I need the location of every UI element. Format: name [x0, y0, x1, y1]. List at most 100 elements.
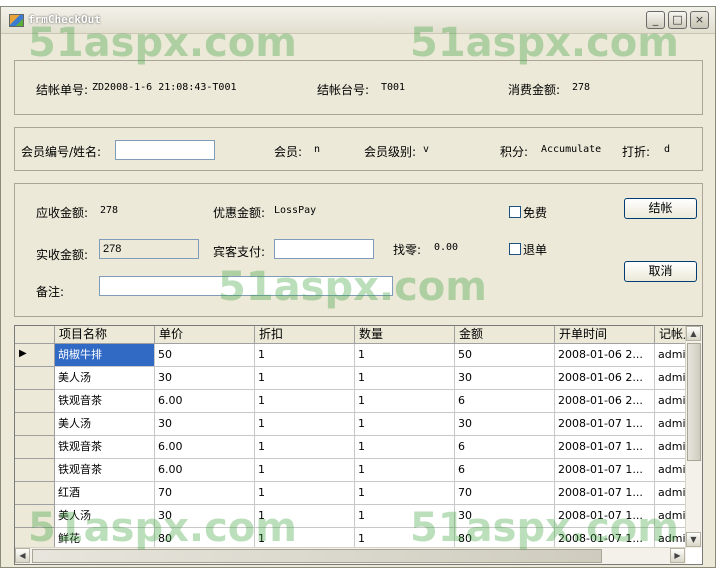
table-cell[interactable]: 6: [455, 390, 555, 413]
scroll-down-icon[interactable]: ▼: [686, 532, 701, 547]
row-header[interactable]: [15, 459, 55, 482]
member-id-input[interactable]: [115, 140, 215, 160]
column-header[interactable]: 单价: [155, 326, 255, 343]
row-header[interactable]: ▶: [15, 344, 55, 367]
table-cell[interactable]: 6.00: [155, 390, 255, 413]
title-bar[interactable]: frmCheckOut _ □ ×: [1, 7, 715, 34]
table-cell[interactable]: 30: [455, 413, 555, 436]
table-cell[interactable]: 2008-01-07 1...: [555, 459, 655, 482]
table-cell[interactable]: 1: [355, 436, 455, 459]
maximize-button[interactable]: □: [668, 11, 687, 29]
table-cell[interactable]: 2008-01-06 2...: [555, 390, 655, 413]
table-cell[interactable]: 1: [355, 344, 455, 367]
checkout-button[interactable]: 结帐: [624, 198, 697, 219]
table-cell[interactable]: 1: [355, 482, 455, 505]
table-cell[interactable]: 美人汤: [55, 505, 155, 528]
horizontal-scrollbar[interactable]: ◀ ▶: [15, 547, 686, 564]
table-cell[interactable]: 1: [355, 505, 455, 528]
table-cell[interactable]: 70: [455, 482, 555, 505]
table-row[interactable]: 铁观音茶6.001162008-01-07 1...admin: [15, 436, 686, 459]
table-cell[interactable]: 6.00: [155, 436, 255, 459]
column-header[interactable]: 开单时间: [555, 326, 655, 343]
table-cell[interactable]: 1: [255, 344, 355, 367]
close-button[interactable]: ×: [690, 11, 709, 29]
table-cell[interactable]: 30: [155, 505, 255, 528]
horizontal-scroll-thumb[interactable]: [32, 549, 602, 563]
table-cell[interactable]: 2008-01-07 1...: [555, 436, 655, 459]
remark-input[interactable]: [99, 276, 393, 296]
table-cell[interactable]: 铁观音茶: [55, 436, 155, 459]
table-cell[interactable]: 红酒: [55, 482, 155, 505]
free-checkbox[interactable]: [509, 206, 521, 218]
vertical-scroll-thumb[interactable]: [687, 343, 701, 461]
scroll-right-icon[interactable]: ▶: [670, 548, 685, 563]
table-cell[interactable]: 1: [255, 367, 355, 390]
column-header[interactable]: 项目名称: [55, 326, 155, 343]
scroll-up-icon[interactable]: ▲: [686, 326, 701, 341]
table-cell[interactable]: 1: [255, 390, 355, 413]
cancel-button[interactable]: 取消: [624, 261, 697, 282]
column-header[interactable]: 折扣: [255, 326, 355, 343]
table-row[interactable]: ▶胡椒牛排5011502008-01-06 2...admin: [15, 344, 686, 367]
table-row[interactable]: 铁观音茶6.001162008-01-06 2...admin: [15, 390, 686, 413]
vertical-scrollbar[interactable]: ▲ ▼: [685, 326, 702, 548]
minimize-button[interactable]: _: [646, 11, 665, 29]
table-cell[interactable]: 1: [255, 459, 355, 482]
table-cell[interactable]: admin: [655, 367, 686, 390]
table-cell[interactable]: 1: [355, 367, 455, 390]
table-cell[interactable]: 30: [155, 413, 255, 436]
table-cell[interactable]: 2008-01-07 1...: [555, 505, 655, 528]
table-cell[interactable]: 1: [355, 459, 455, 482]
table-cell[interactable]: 铁观音茶: [55, 459, 155, 482]
column-header[interactable]: 金额: [455, 326, 555, 343]
return-checkbox[interactable]: [509, 243, 521, 255]
table-cell[interactable]: 30: [155, 367, 255, 390]
table-cell[interactable]: admin: [655, 436, 686, 459]
row-header[interactable]: [15, 482, 55, 505]
table-cell[interactable]: 30: [455, 367, 555, 390]
table-cell[interactable]: 铁观音茶: [55, 390, 155, 413]
table-cell[interactable]: 6: [455, 436, 555, 459]
row-header[interactable]: [15, 413, 55, 436]
row-header[interactable]: [15, 390, 55, 413]
table-cell[interactable]: 1: [255, 505, 355, 528]
table-cell[interactable]: 50: [455, 344, 555, 367]
table-cell[interactable]: 1: [255, 482, 355, 505]
table-cell[interactable]: admin: [655, 482, 686, 505]
table-cell[interactable]: 1: [255, 413, 355, 436]
table-cell[interactable]: admin: [655, 505, 686, 528]
table-cell[interactable]: 1: [355, 390, 455, 413]
row-header[interactable]: [15, 505, 55, 528]
table-cell[interactable]: admin: [655, 459, 686, 482]
table-cell[interactable]: 2008-01-06 2...: [555, 367, 655, 390]
table-cell[interactable]: 1: [255, 436, 355, 459]
table-cell[interactable]: 6: [455, 459, 555, 482]
table-row[interactable]: 美人汤3011302008-01-07 1...admin: [15, 505, 686, 528]
row-header[interactable]: [15, 367, 55, 390]
table-row[interactable]: 美人汤3011302008-01-07 1...admin: [15, 413, 686, 436]
table-cell[interactable]: admin: [655, 344, 686, 367]
row-header[interactable]: [15, 436, 55, 459]
order-items-grid[interactable]: 项目名称 单价 折扣 数量 金额 开单时间 记帐人 ▶胡椒牛排501150200…: [14, 325, 703, 565]
table-cell[interactable]: 50: [155, 344, 255, 367]
scroll-left-icon[interactable]: ◀: [15, 548, 30, 563]
actual-amount-field[interactable]: [99, 239, 199, 259]
column-header[interactable]: 记帐人: [655, 326, 686, 343]
table-cell[interactable]: 6.00: [155, 459, 255, 482]
table-cell[interactable]: 美人汤: [55, 413, 155, 436]
table-cell[interactable]: 胡椒牛排: [55, 344, 155, 367]
table-row[interactable]: 铁观音茶6.001162008-01-07 1...admin: [15, 459, 686, 482]
table-cell[interactable]: 30: [455, 505, 555, 528]
table-cell[interactable]: 2008-01-07 1...: [555, 413, 655, 436]
table-cell[interactable]: 美人汤: [55, 367, 155, 390]
column-header[interactable]: 数量: [355, 326, 455, 343]
table-cell[interactable]: admin: [655, 390, 686, 413]
guest-pay-input[interactable]: [274, 239, 374, 259]
table-cell[interactable]: admin: [655, 413, 686, 436]
table-row[interactable]: 红酒7011702008-01-07 1...admin: [15, 482, 686, 505]
table-cell[interactable]: 2008-01-06 2...: [555, 344, 655, 367]
table-cell[interactable]: 2008-01-07 1...: [555, 482, 655, 505]
table-row[interactable]: 美人汤3011302008-01-06 2...admin: [15, 367, 686, 390]
table-cell[interactable]: 1: [355, 413, 455, 436]
table-cell[interactable]: 70: [155, 482, 255, 505]
